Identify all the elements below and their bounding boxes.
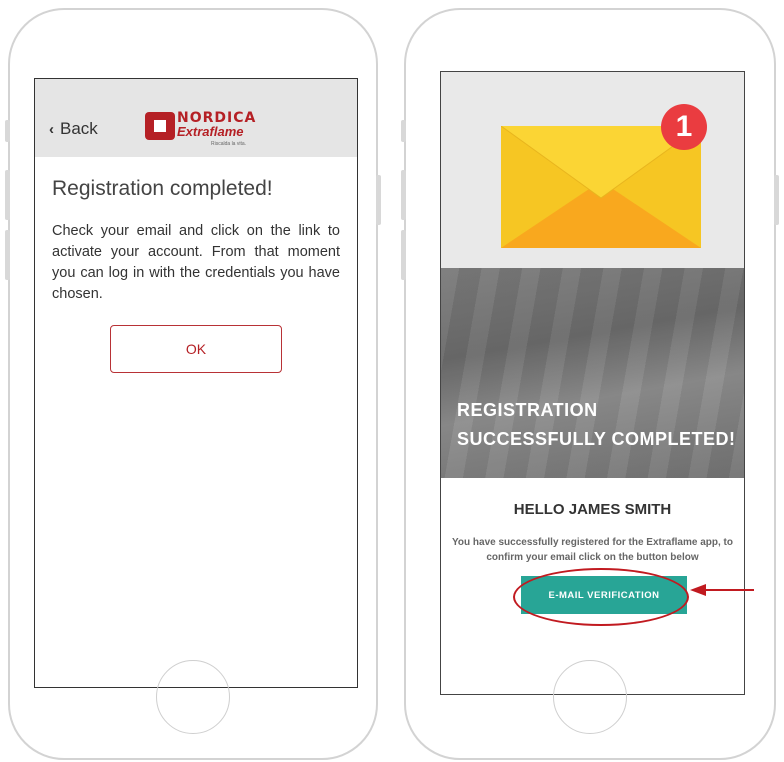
right-screen: 1 REGISTRATION SUCCESSFULLY COMPLETED! H… [440, 71, 745, 695]
success-banner: REGISTRATION SUCCESSFULLY COMPLETED! [441, 268, 744, 478]
confirmation-message: Check your email and click on the link t… [52, 223, 340, 302]
ok-button[interactable]: OK [110, 325, 282, 373]
left-screen: ‹ Back NORDICA Extraflame Riscalda la vi… [34, 78, 358, 688]
email-verification-button[interactable]: E-MAIL VERIFICATION [521, 576, 687, 614]
left-phone-frame: ‹ Back NORDICA Extraflame Riscalda la vi… [5, 8, 381, 760]
chevron-left-icon: ‹ [49, 120, 54, 138]
banner-line-2: SUCCESSFULLY COMPLETED! [457, 429, 736, 449]
volume-down-button [401, 230, 406, 280]
volume-down-button [5, 230, 10, 280]
greeting: HELLO JAMES SMITH [513, 501, 672, 518]
back-label: Back [60, 119, 98, 138]
notification-badge: 1 [661, 104, 707, 150]
email-body: HELLO JAMES SMITH You have successfully … [441, 501, 744, 565]
volume-up-button [401, 170, 406, 220]
logo-mark-icon [145, 112, 175, 140]
banner-line-1: REGISTRATION [457, 400, 598, 420]
logo-tagline: Riscalda la vita. [211, 141, 247, 147]
nordica-extraflame-logo: NORDICA Extraflame Riscalda la vita. [145, 110, 265, 152]
verification-description: You have successfully registered for the… [451, 537, 733, 563]
logo-brand-bottom: Extraflame [177, 124, 244, 139]
volume-up-button [5, 170, 10, 220]
banner-text: REGISTRATION SUCCESSFULLY COMPLETED! [457, 396, 736, 454]
nav-bar: ‹ Back NORDICA Extraflame Riscalda la vi… [35, 79, 357, 157]
pointer-arrow-icon [690, 584, 754, 596]
right-phone-frame: 1 REGISTRATION SUCCESSFULLY COMPLETED! H… [401, 8, 779, 760]
email-hero: 1 [441, 72, 744, 268]
power-button [774, 175, 779, 225]
mute-switch [401, 120, 406, 142]
home-button[interactable] [156, 660, 230, 734]
mute-switch [5, 120, 10, 142]
page-title: Registration completed! [52, 177, 273, 200]
back-button[interactable]: ‹ Back [49, 119, 98, 139]
power-button [376, 175, 381, 225]
home-button[interactable] [553, 660, 627, 734]
